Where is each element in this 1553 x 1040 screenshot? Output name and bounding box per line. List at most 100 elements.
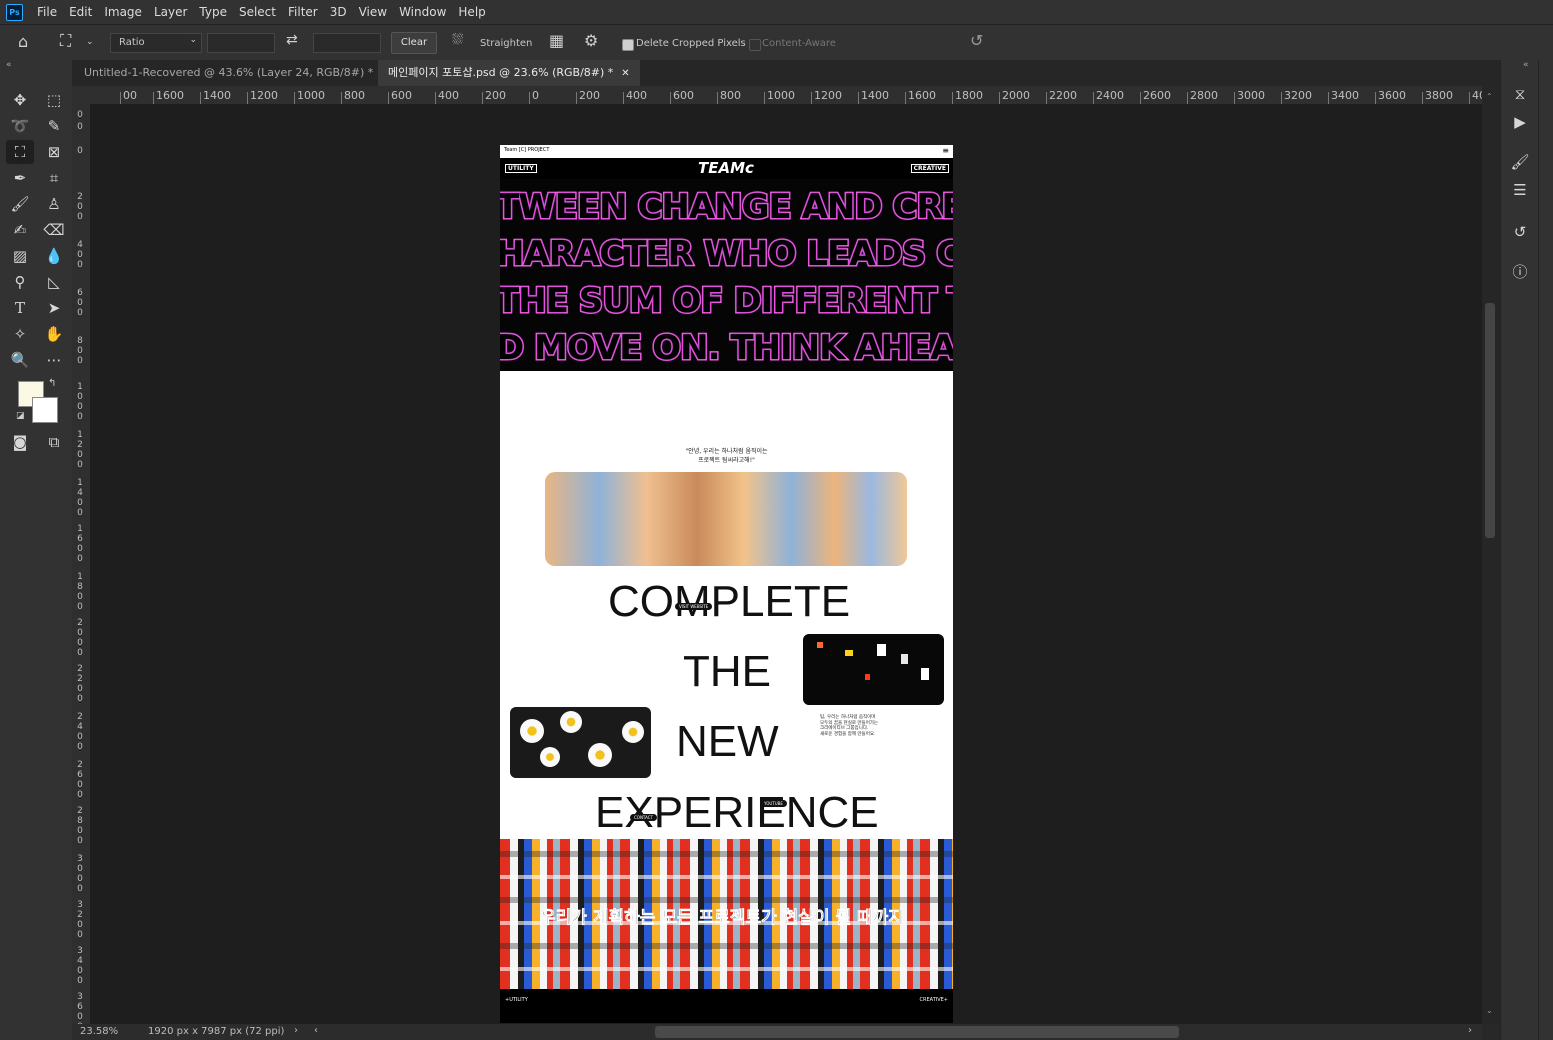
vertical-scrollbar[interactable]: ⌃ ⌄: [1482, 86, 1500, 1024]
site-logo: TEAMc: [698, 159, 754, 177]
brush-tool-icon[interactable]: 🖌: [6, 192, 34, 216]
ruler-label: 1200: [250, 89, 278, 102]
close-icon[interactable]: ✕: [621, 68, 629, 79]
ruler-label: 1400: [77, 478, 83, 518]
crop-tool-icon[interactable]: ⛶: [6, 140, 34, 164]
type-tool-icon[interactable]: T: [6, 296, 34, 320]
height-field[interactable]: [313, 33, 381, 53]
marquee-tool-icon[interactable]: ⬚: [40, 88, 68, 112]
more-tools-icon[interactable]: ⋯: [40, 348, 68, 372]
content-aware-checkbox[interactable]: [749, 39, 761, 51]
menu-edit[interactable]: Edit: [63, 0, 98, 24]
tab-untitled[interactable]: Untitled-1-Recovered @ 43.6% (Layer 24, …: [74, 60, 400, 86]
home-icon[interactable]: ⌂: [18, 32, 28, 51]
chevron-down-icon[interactable]: ⌄: [86, 37, 94, 47]
frame-tool-icon[interactable]: ⊠: [40, 140, 68, 164]
document-info[interactable]: 1920 px x 7987 px (72 ppi): [148, 1026, 284, 1037]
actions-play-icon[interactable]: ▶: [1506, 110, 1534, 134]
ruler-tick: [1046, 92, 1047, 104]
collapse-icon[interactable]: «: [1523, 60, 1529, 70]
ruler-tick: [1422, 92, 1423, 104]
menu-3d[interactable]: 3D: [324, 0, 353, 24]
ruler-label: 800: [77, 336, 83, 366]
screen-mode-icon[interactable]: ⧉: [40, 430, 68, 454]
menu-help[interactable]: Help: [452, 0, 491, 24]
menu-image[interactable]: Image: [98, 0, 148, 24]
swap-icon[interactable]: ⇄: [286, 32, 298, 48]
menu-layer[interactable]: Layer: [148, 0, 193, 24]
history-panel-icon[interactable]: ⧖: [1506, 82, 1534, 106]
headline-word-new: NEW: [676, 717, 779, 766]
ruler-label: 1600: [908, 89, 936, 102]
gear-icon[interactable]: ⚙: [584, 31, 598, 50]
move-tool-icon[interactable]: ✥: [6, 88, 34, 112]
menu-window[interactable]: Window: [393, 0, 452, 24]
stamp-tool-icon[interactable]: ♙: [40, 192, 68, 216]
collapse-icon[interactable]: «: [6, 60, 12, 70]
scroll-left-icon[interactable]: ‹: [314, 1025, 318, 1036]
ruler-label: 1600: [156, 89, 184, 102]
crop-tool-preset-icon[interactable]: ⛶: [60, 31, 71, 51]
history-icon[interactable]: ↺: [1506, 220, 1534, 244]
tab-main-page[interactable]: 메인페이지 포토샵.psd @ 23.6% (RGB/8#) * ✕: [378, 60, 640, 86]
path-selection-icon[interactable]: ➤: [40, 296, 68, 320]
grid-overlay-icon[interactable]: ▦: [549, 31, 564, 50]
vertical-scroll-thumb[interactable]: [1485, 303, 1495, 538]
horizontal-scroll-thumb[interactable]: [655, 1026, 1179, 1038]
blur-tool-icon[interactable]: 💧: [40, 244, 68, 268]
zoom-level[interactable]: 23.58%: [80, 1026, 118, 1037]
ruler-tick: [529, 92, 530, 104]
scroll-right-icon[interactable]: ›: [1468, 1025, 1472, 1036]
intro-quote: "안녕, 우리는 하나처럼 움직이는 프로젝트 팀씨라고해!": [685, 448, 768, 464]
gradient-tool-icon[interactable]: ▨: [6, 244, 34, 268]
info-icon[interactable]: ⓘ: [1506, 260, 1534, 284]
colorful-lights-image: [803, 634, 944, 705]
ruler-label: 2000: [77, 618, 83, 658]
swap-colors-icon[interactable]: ↰: [48, 378, 56, 389]
reset-icon[interactable]: ↺: [970, 31, 983, 50]
ruler-label: 1600: [77, 524, 83, 564]
hand-tool-icon[interactable]: ✋: [40, 322, 68, 346]
menu-file[interactable]: File: [31, 0, 63, 24]
brush-settings-icon[interactable]: 🖌: [1506, 150, 1534, 174]
menu-filter[interactable]: Filter: [282, 0, 324, 24]
pen-tool-icon[interactable]: ◺: [40, 270, 68, 294]
adjustments-icon[interactable]: ☰: [1506, 178, 1534, 202]
ruler-label: 0: [532, 89, 539, 102]
scroll-down-icon[interactable]: ⌄: [1486, 1006, 1493, 1015]
quick-selection-icon[interactable]: ✎: [40, 114, 68, 138]
ruler-label: 2400: [77, 712, 83, 752]
quick-mask-icon[interactable]: ◙: [6, 430, 34, 454]
chevron-right-icon[interactable]: ›: [294, 1025, 298, 1036]
menu-view[interactable]: View: [353, 0, 393, 24]
ruler-tick: [1187, 92, 1188, 104]
menu-select[interactable]: Select: [233, 0, 282, 24]
scroll-up-icon[interactable]: ⌃: [1486, 92, 1493, 101]
ruler-tick: [388, 92, 389, 104]
hero-line: HARACTER WHO LEADS CH: [500, 233, 953, 276]
clear-button[interactable]: Clear: [391, 32, 437, 54]
background-color-swatch[interactable]: [32, 397, 58, 423]
ruler-label: 1800: [77, 572, 83, 612]
straighten-icon[interactable]: ⛆: [452, 32, 463, 48]
site-header: Team [C] PROJECT ≡ UTILITY TEAMc CREATIV…: [500, 145, 953, 179]
dodge-tool-icon[interactable]: ⚲: [6, 270, 34, 294]
default-colors-icon[interactable]: ◪: [16, 411, 25, 421]
patch-tool-icon[interactable]: ⌗: [40, 166, 68, 190]
ruler-label: 1200: [814, 89, 842, 102]
eyedropper-icon[interactable]: ✒: [6, 166, 34, 190]
zoom-tool-icon[interactable]: 🔍: [6, 348, 34, 372]
hero-line: TWEEN CHANGE AND CREA: [500, 186, 953, 229]
document-canvas[interactable]: Team [C] PROJECT ≡ UTILITY TEAMc CREATIV…: [500, 145, 953, 1023]
straighten-label[interactable]: Straighten: [480, 38, 532, 49]
eraser-icon[interactable]: ⌫: [40, 218, 68, 242]
delete-cropped-checkbox[interactable]: [622, 39, 634, 51]
menu-type[interactable]: Type: [193, 0, 233, 24]
width-field[interactable]: [207, 33, 275, 53]
ruler-label: 600: [391, 89, 412, 102]
ratio-select[interactable]: Ratio ⌄: [110, 33, 202, 53]
shape-tool-icon[interactable]: ✧: [6, 322, 34, 346]
ruler-tick: [717, 92, 718, 104]
history-brush-icon[interactable]: ✍: [6, 218, 34, 242]
lasso-tool-icon[interactable]: ➰: [6, 114, 34, 138]
